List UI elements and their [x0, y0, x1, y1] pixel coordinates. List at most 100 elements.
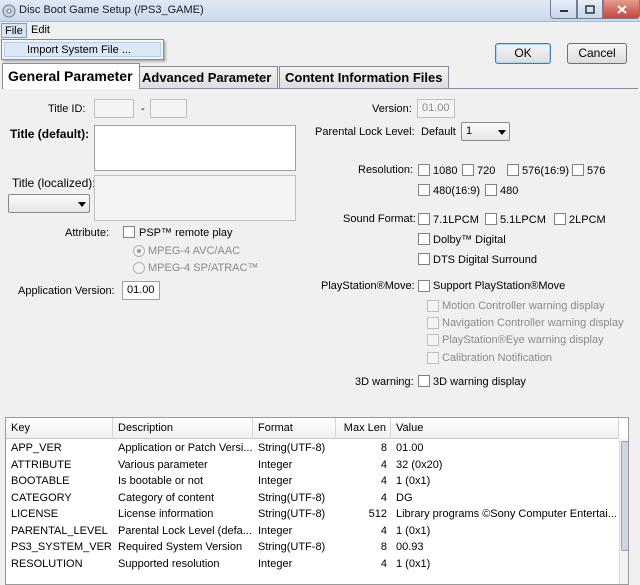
table-row[interactable]: ATTRIBUTE Various parameter Integer 4 32 (0x… [6, 457, 619, 474]
resolution-480-wide-checkbox[interactable] [418, 184, 430, 196]
navigation-controller-warning-checkbox[interactable] [427, 317, 439, 329]
title-language-select[interactable] [8, 194, 90, 213]
parental-level-select[interactable]: 1 [461, 122, 510, 141]
mpeg4-sp-radio[interactable] [133, 262, 145, 274]
chevron-down-icon [78, 202, 86, 207]
resolution-480-label: 480 [500, 185, 519, 197]
resolution-1080-label: 1080 [433, 165, 458, 177]
resolution-576-label: 576 [587, 165, 606, 177]
title-id-prefix-field[interactable] [94, 99, 134, 118]
minimize-icon [559, 10, 568, 12]
psp-remote-play-checkbox[interactable] [123, 226, 135, 238]
maximize-icon [585, 5, 595, 14]
title-localized-field[interactable] [94, 175, 296, 221]
title-default-label: Title (default): [10, 127, 90, 141]
column-header-description[interactable]: Description [113, 418, 253, 439]
column-header-value[interactable]: Value [391, 418, 619, 439]
table-row[interactable]: PS3_SYSTEM_VER Required System Version Str… [6, 539, 619, 556]
motion-controller-warning-checkbox[interactable] [427, 300, 439, 312]
cell-format: Integer [258, 557, 293, 570]
close-icon [616, 5, 627, 14]
radio-selected-icon [137, 249, 141, 253]
sound-dts-label: DTS Digital Surround [433, 254, 537, 266]
mpeg4-sp-label: MPEG-4 SP/ATRAC™ [148, 262, 259, 274]
column-header-format[interactable]: Format [253, 418, 336, 439]
title-bar: Disc Boot Game Setup (/PS3_GAME) [0, 0, 640, 22]
attribute-label: Attribute: [65, 227, 110, 239]
resolution-576-wide-checkbox[interactable] [507, 164, 519, 176]
tab-advanced-parameter[interactable]: Advanced Parameter [136, 66, 279, 88]
cell-description: Supported resolution [118, 557, 220, 570]
3d-warning-label: 3D warning: [355, 376, 414, 388]
table-scrollbar[interactable] [619, 439, 628, 584]
cell-value: 1 (0x1) [396, 557, 431, 570]
table-row[interactable]: PARENTAL_LEVEL Parental Lock Level (defa.… [6, 523, 619, 540]
sound-dts-checkbox[interactable] [418, 253, 430, 265]
resolution-576-checkbox[interactable] [572, 164, 584, 176]
playstation-move-label: PlayStation®Move: [321, 280, 415, 292]
resolution-720-label: 720 [477, 165, 496, 177]
title-localized-label: Title (localized): [12, 176, 96, 190]
tab-general-parameter[interactable]: General Parameter [2, 63, 140, 89]
import-system-file-menu-item[interactable]: Import System File ... [4, 42, 161, 57]
column-header-key[interactable]: Key [6, 418, 113, 439]
resolution-1080-checkbox[interactable] [418, 164, 430, 176]
table-row[interactable]: LICENSE License information String(UTF-8) 5… [6, 506, 619, 523]
app-icon [2, 4, 16, 18]
menu-file[interactable]: File [1, 23, 27, 38]
chevron-down-icon [498, 130, 506, 135]
tab-content-information-files[interactable]: Content Information Files [279, 66, 450, 88]
menu-bar: File Edit [0, 22, 640, 39]
window-title: Disc Boot Game Setup (/PS3_GAME) [19, 4, 204, 16]
sound-51lpcm-label: 5.1LPCM [500, 214, 546, 226]
sound-2lpcm-label: 2LPCM [569, 214, 606, 226]
parameter-table: Key Description Format Max Len Value APP… [5, 417, 629, 585]
calibration-notification-checkbox[interactable] [427, 352, 439, 364]
table-row[interactable]: RESOLUTION Supported resolution Integer 4 1 … [6, 556, 619, 573]
table-row[interactable]: BOOTABLE Is bootable or not Integer 4 1 (0x1… [6, 473, 619, 490]
cell-key: RESOLUTION [11, 557, 83, 570]
playstation-eye-warning-checkbox[interactable] [427, 334, 439, 346]
sound-dolby-checkbox[interactable] [418, 233, 430, 245]
cancel-button[interactable]: Cancel [567, 43, 627, 64]
cell-max-len: 4 [380, 557, 387, 570]
resolution-480-wide-label: 480(16:9) [433, 185, 481, 197]
title-id-number-field[interactable] [150, 99, 187, 118]
table-row[interactable]: CATEGORY Category of content String(UTF-8)… [6, 490, 619, 507]
resolution-576-wide-label: 576(16:9) [522, 165, 570, 177]
maximize-button[interactable] [577, 0, 603, 19]
parental-lock-label: Parental Lock Level: [315, 126, 415, 138]
3d-warning-option-label: 3D warning display [433, 376, 526, 388]
title-default-field[interactable] [94, 125, 296, 171]
scrollbar-thumb[interactable] [621, 441, 628, 551]
title-id-label: Title ID: [48, 103, 86, 115]
resolution-480-checkbox[interactable] [485, 184, 497, 196]
sound-51lpcm-checkbox[interactable] [485, 213, 497, 225]
playstation-eye-warning-label: PlayStation®Eye warning display [442, 334, 604, 346]
ok-button[interactable]: OK [495, 43, 551, 64]
column-header-max-len[interactable]: Max Len [336, 418, 391, 439]
menu-edit[interactable]: Edit [28, 23, 53, 38]
mpeg4-avc-radio[interactable] [133, 245, 145, 257]
app-version-field[interactable]: 01.00 [122, 281, 160, 300]
file-menu-dropdown: Import System File ... [1, 39, 164, 60]
version-field[interactable]: 01.00 [417, 99, 455, 118]
parental-default-label: Default [421, 126, 456, 138]
sound-format-label: Sound Format: [343, 213, 416, 225]
support-move-checkbox[interactable] [418, 280, 430, 292]
calibration-notification-label: Calibration Notification [442, 352, 553, 364]
3d-warning-checkbox[interactable] [418, 375, 430, 387]
sound-71lpcm-checkbox[interactable] [418, 213, 430, 225]
resolution-label: Resolution: [358, 164, 414, 176]
support-move-label: Support PlayStation®Move [433, 280, 566, 292]
table-body: APP_VER Application or Patch Versi... Stri… [6, 439, 619, 584]
app-version-label: Application Version: [18, 285, 115, 297]
psp-remote-play-label: PSP™ remote play [139, 227, 233, 239]
resolution-720-checkbox[interactable] [462, 164, 474, 176]
sound-71lpcm-label: 7.1LPCM [433, 214, 479, 226]
table-row[interactable]: APP_VER Application or Patch Versi... Stri… [6, 440, 619, 457]
minimize-button[interactable] [550, 0, 577, 19]
sound-2lpcm-checkbox[interactable] [554, 213, 566, 225]
navigation-controller-warning-label: Navigation Controller warning display [442, 317, 624, 329]
close-button[interactable] [603, 0, 640, 19]
